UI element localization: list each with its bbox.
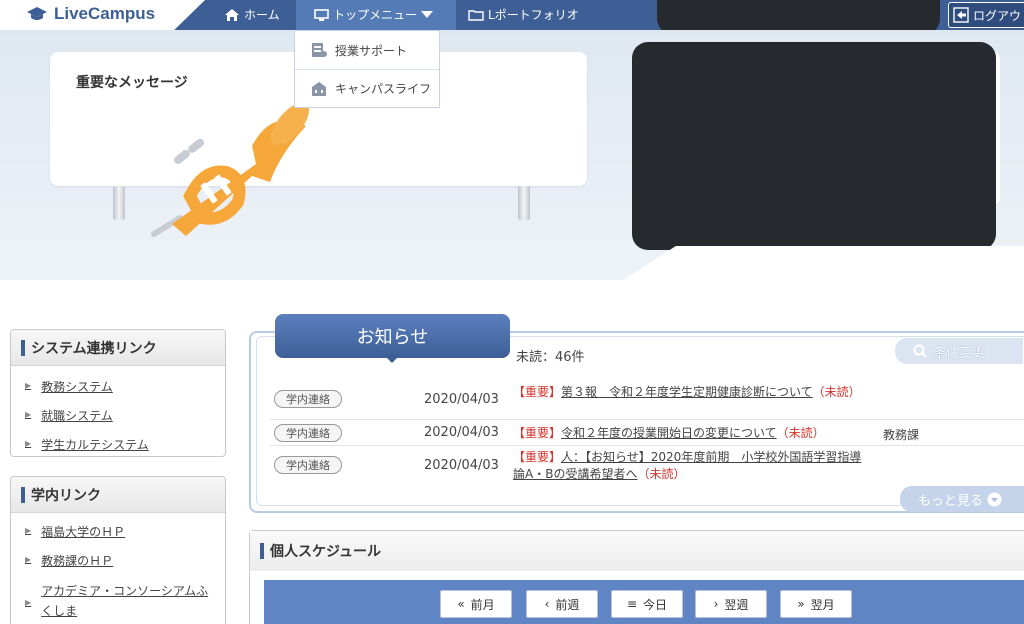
triangle-right-icon: ▶ xyxy=(25,381,32,390)
notice-unread-mark: （未読） xyxy=(812,385,861,399)
notice-important-mark: 【重要】 xyxy=(513,450,562,464)
today-label: 今日 xyxy=(643,597,668,612)
notice-title-text: 第３報 令和２年度学生定期健康診断について xyxy=(561,385,813,399)
notice-title[interactable]: 【重要】人：【お知らせ】2020年度前期 小学校外国語学習指導論A・Bの受講希望… xyxy=(513,449,873,483)
next-week-button[interactable]: › 翌週 xyxy=(695,590,767,618)
notice-important-mark: 【重要】 xyxy=(513,385,562,399)
notice-category-badge: 学内連絡 xyxy=(274,424,342,442)
triangle-right-icon: ▶ xyxy=(25,555,32,564)
chevron-right-icon: › xyxy=(713,597,719,611)
notices-tab-pointer xyxy=(384,355,400,363)
building-icon xyxy=(312,81,326,96)
notice-unread-mark: （未読） xyxy=(776,426,825,440)
app-logo-text: LiveCampus xyxy=(54,4,156,23)
unread-count: 未読：46件 xyxy=(516,350,585,365)
campus-links-title: 学内リンク xyxy=(11,477,225,513)
personal-schedule-title: 個人スケジュール xyxy=(250,531,1024,571)
today-button[interactable]: ≡ 今日 xyxy=(611,590,683,618)
monitor-icon xyxy=(314,8,329,21)
nav-home-label: ホーム xyxy=(244,8,280,22)
dropdown-item-class-support[interactable]: 授業サポート xyxy=(295,31,439,69)
notice-date: 2020/04/03 xyxy=(424,458,499,473)
logout-label: ログアウ xyxy=(973,8,1022,23)
next-week-label: 翌週 xyxy=(724,597,749,612)
board-post-right xyxy=(518,186,530,220)
menu-lines-icon: ≡ xyxy=(626,597,638,611)
prev-month-label: 前月 xyxy=(470,597,495,612)
link-label: アカデミア・コンソーシアムふくしま xyxy=(41,584,209,618)
notice-row[interactable]: 学内連絡 2020/04/03 【重要】令和２年度の授業開始日の変更について（未… xyxy=(270,420,1024,446)
system-links-title: システム連携リンク xyxy=(11,330,225,366)
home-icon xyxy=(225,9,239,21)
more-notices-label: もっと見る xyxy=(918,493,984,509)
prev-week-button[interactable]: ‹ 前週 xyxy=(526,590,598,618)
notice-title[interactable]: 【重要】令和２年度の授業開始日の変更について（未読） xyxy=(513,425,893,442)
notice-title-text: 人：【お知らせ】2020年度前期 小学校外国語学習指導論A・Bの受講希望者へ xyxy=(513,450,862,481)
graduation-cap-icon xyxy=(27,7,47,20)
link-label: 就職システム xyxy=(41,409,113,423)
notice-unread-mark: （未読） xyxy=(637,467,686,481)
dropdown-item-campus-life[interactable]: キャンパスライフ xyxy=(295,69,439,107)
chevron-left-icon: ‹ xyxy=(544,597,550,611)
notice-row[interactable]: 学内連絡 2020/04/03 【重要】人：【お知らせ】2020年度前期 小学校… xyxy=(270,446,1024,488)
logo-area[interactable]: LiveCampus xyxy=(0,0,205,30)
link-label: 教務システム xyxy=(41,380,113,394)
link-label: 福島大学のＨＰ xyxy=(41,525,126,539)
link-academic-affairs-hp[interactable]: ▶ 教務課のＨＰ xyxy=(11,546,225,575)
prev-week-label: 前週 xyxy=(555,597,580,612)
nav-portfolio-label: Lポートフォリオ xyxy=(488,8,579,22)
notice-important-mark: 【重要】 xyxy=(513,426,562,440)
nav-top-menu-label: トップメニュー xyxy=(333,8,418,22)
link-student-record-system[interactable]: ▶ 学生カルテシステム xyxy=(11,430,225,459)
filter-change-button[interactable]: 条件変更 xyxy=(895,338,1023,364)
triangle-right-icon: ▶ xyxy=(25,598,32,607)
redacted-area-profile xyxy=(632,42,996,250)
notice-title[interactable]: 【重要】第３報 令和２年度学生定期健康診断について（未読） xyxy=(513,384,873,401)
class-support-icon xyxy=(312,43,327,57)
chevron-down-circle-icon xyxy=(987,492,1002,506)
notice-row[interactable]: 学内連絡 2020/04/03 【重要】第３報 令和２年度学生定期健康診断につい… xyxy=(270,380,1024,420)
notice-category-badge: 学内連絡 xyxy=(274,390,342,408)
link-university-hp[interactable]: ▶ 福島大学のＨＰ xyxy=(11,517,225,546)
notice-title-text: 令和２年度の授業開始日の変更について xyxy=(561,426,777,440)
campus-links-panel: 学内リンク ▶ 福島大学のＨＰ ▶ 教務課のＨＰ ▶ アカデミア・コンソーシアムふくし… xyxy=(10,476,226,624)
dropdown-item-label: キャンパスライフ xyxy=(335,82,432,96)
link-career-system[interactable]: ▶ 就職システム xyxy=(11,401,225,430)
prev-month-button[interactable]: « 前月 xyxy=(440,590,512,618)
link-academia-consortium[interactable]: ▶ アカデミア・コンソーシアムふくしま xyxy=(11,575,225,624)
board-post-left xyxy=(113,186,125,220)
logout-icon xyxy=(953,7,969,23)
link-academic-system[interactable]: ▶ 教務システム xyxy=(11,372,225,401)
double-chevron-right-icon: » xyxy=(797,597,805,611)
next-month-label: 翌月 xyxy=(810,597,835,612)
triangle-right-icon: ▶ xyxy=(25,439,32,448)
filter-change-label: 条件変更 xyxy=(933,345,986,361)
notices-tab: お知らせ xyxy=(275,314,510,358)
dropdown-item-label: 授業サポート xyxy=(335,43,408,58)
double-chevron-left-icon: « xyxy=(457,597,465,611)
caret-down-icon xyxy=(421,11,434,18)
logout-button[interactable]: ログアウ xyxy=(948,2,1024,28)
nav-home[interactable]: ホーム xyxy=(224,0,280,30)
trumpet-icon xyxy=(151,102,310,237)
notice-category-badge: 学内連絡 xyxy=(274,456,342,474)
nav-portfolio[interactable]: Lポートフォリオ xyxy=(468,0,579,30)
search-icon xyxy=(913,344,927,358)
system-links-panel: システム連携リンク ▶ 教務システム ▶ 就職システム ▶ 学生カルテシステム xyxy=(10,329,226,457)
link-label: 教務課のＨＰ xyxy=(41,554,114,568)
link-label: 学生カルテシステム xyxy=(41,438,149,452)
notice-date: 2020/04/03 xyxy=(424,425,499,440)
triangle-right-icon: ▶ xyxy=(25,410,32,419)
more-notices-button[interactable]: もっと見る xyxy=(900,486,1024,512)
top-menu-dropdown: 授業サポート キャンパスライフ xyxy=(294,30,440,108)
nav-top-menu[interactable]: トップメニュー xyxy=(296,0,456,30)
triangle-right-icon: ▶ xyxy=(25,526,32,535)
notice-department: 教務課 xyxy=(883,428,920,442)
folder-icon xyxy=(468,10,484,21)
next-month-button[interactable]: » 翌月 xyxy=(780,590,852,618)
notice-date: 2020/04/03 xyxy=(424,392,499,407)
